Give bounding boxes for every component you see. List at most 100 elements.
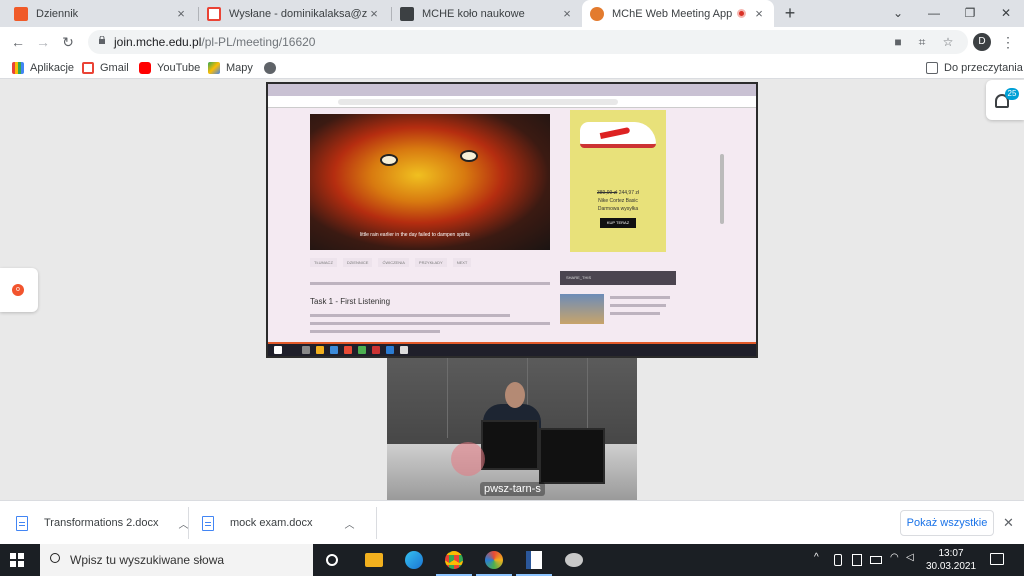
url-text: join.mche.edu.pl/pl-PL/meeting/16620 [114,35,315,49]
bookmark-label: Gmail [100,62,129,74]
shared-screen[interactable]: little rain earlier in the day failed to… [266,82,758,358]
recording-indicator-icon [737,9,746,18]
bookmark-apps[interactable]: Aplikacje [12,60,74,76]
restore-button[interactable]: ❐ [952,0,988,27]
minimize-button[interactable]: — [916,0,952,27]
volume-icon[interactable]: ◁ [906,552,914,563]
monitor [539,428,605,484]
shared-nav-item: DZIENNICE [342,258,373,267]
tab-search-button[interactable]: ⌄ [880,0,916,27]
file-explorer-icon[interactable] [362,548,386,572]
ad-buy-button: KUP TERAZ [600,218,636,228]
bookmark-globe[interactable] [264,60,282,76]
shared-browser-window: little rain earlier in the day failed to… [268,84,756,344]
shared-text-line [610,304,666,307]
browser-toolbar: ← → ↻ join.mche.edu.pl/pl-PL/meeting/166… [0,27,1024,57]
profile-avatar[interactable]: D [973,33,991,51]
record-panel-button[interactable]: o [0,268,38,312]
paint-icon[interactable] [476,548,512,576]
tab-mche-web-meeting[interactable]: MChE Web Meeting App × [582,0,774,27]
shared-task-heading: Task 1 - First Listening [310,297,391,306]
edge-icon[interactable] [402,548,426,572]
tab-title: MChE Web Meeting App [612,7,733,20]
app-icon [330,346,338,354]
notifications-icon[interactable] [990,553,1004,565]
bookmark-label: YouTube [157,62,201,74]
device-icon[interactable] [834,554,842,566]
address-bar[interactable]: join.mche.edu.pl/pl-PL/meeting/16620 ■ ⌗… [88,30,968,54]
taskbar-search-placeholder: Wpisz tu wyszukiwane słowa [70,553,225,567]
bookmark-gmail[interactable]: Gmail [82,60,129,76]
camera-icon[interactable]: ■ [890,34,906,50]
close-tab-icon[interactable]: × [174,6,188,21]
monitor [481,420,539,470]
forward-button[interactable]: → [33,32,53,52]
tab-mche-kolo[interactable]: MCHE koło naukowe × [392,0,582,27]
globe-icon [264,62,276,74]
bookmark-maps[interactable]: Mapy [208,60,253,76]
bookmark-star-icon[interactable]: ☆ [940,34,956,50]
tab-gmail-sent[interactable]: Wysłane - dominikalaksa@zswol × [199,0,389,27]
url-host: join.mche.edu.pl [114,35,202,49]
mche-logo-icon [590,6,604,21]
chrome-icon[interactable] [436,548,472,576]
translate-icon[interactable]: ⌗ [914,34,930,50]
close-tab-icon[interactable]: × [367,6,381,21]
wifi-icon[interactable]: ◠ [890,552,899,563]
dziennik-icon [14,6,28,21]
task-view-icon[interactable] [320,548,344,572]
tab-title: Dziennik [36,7,79,20]
download-separator [188,507,189,539]
taskbar-search[interactable]: Wpisz tu wyszukiwane słowa [40,544,313,576]
shared-nav-item: NEXT [452,258,472,267]
meeting-stage: little rain earlier in the day failed to… [0,80,1024,500]
shared-page-nav: TŁUMACZ DZIENNICE ĆWICZENIA PRZYKŁADY NE… [310,258,472,267]
download-item[interactable]: Transformations 2.docx ︿ [16,507,189,539]
menu-icon[interactable]: ⋮ [998,32,1018,52]
record-icon: o [12,284,24,296]
close-tab-icon[interactable]: × [560,6,574,21]
word-icon[interactable] [516,548,552,576]
close-window-button[interactable]: ✕ [988,0,1024,27]
search-icon [50,553,60,563]
shared-nav-item: TŁUMACZ [310,258,337,267]
chevron-up-icon[interactable]: ︿ [345,516,355,531]
participant-video[interactable] [387,358,637,500]
clipboard-icon[interactable] [852,554,862,566]
reading-list-label: Do przeczytania [944,62,1023,74]
ad-old-price: 389,99 zł [597,190,618,196]
app-icon [316,346,324,354]
shared-nav-item: ĆWICZENIA [378,258,409,267]
close-downloads-button[interactable]: ✕ [1003,515,1014,531]
video-caption: little rain earlier in the day failed to… [360,232,470,238]
back-button[interactable]: ← [8,32,28,52]
show-all-downloads-button[interactable]: Pokaż wszystkie [900,510,994,536]
app-icon [372,346,380,354]
bookmarks-bar: Aplikacje Gmail YouTube Mapy Do przeczyt… [0,57,1024,79]
url-path: /pl-PL/meeting/16620 [201,35,316,49]
battery-icon[interactable] [870,556,882,564]
youtube-icon [139,62,151,74]
tab-strip: Dziennik × Wysłane - dominikalaksa@zswol… [0,0,1024,27]
tab-dziennik[interactable]: Dziennik × [6,0,196,27]
taskbar-clock[interactable]: 13:07 30.03.2021 [922,547,980,573]
windows-start-icon[interactable] [10,553,24,567]
tray-chevron-icon[interactable]: ^ [814,552,819,563]
clock-time: 13:07 [938,548,964,559]
windows-taskbar: Wpisz tu wyszukiwane słowa ^ ◠ ◁ 13:07 3… [0,544,1024,576]
reading-list[interactable]: Do przeczytania [926,60,1023,76]
bookmark-youtube[interactable]: YouTube [139,60,200,76]
document-icon [400,6,414,21]
word-doc-icon [202,515,214,531]
shared-tab-strip [268,84,756,96]
close-tab-icon[interactable]: × [752,6,766,21]
new-tab-button[interactable]: + [780,4,800,24]
download-item[interactable]: mock exam.docx ︿ [202,507,355,539]
person-head [505,382,525,408]
participants-button[interactable]: 25 [986,80,1024,120]
reload-button[interactable]: ↻ [58,32,78,52]
participant-name: pwsz-tarn-s [480,482,545,496]
shared-text-line [310,282,550,285]
palette-app-icon[interactable] [562,548,586,572]
app-icon [358,346,366,354]
